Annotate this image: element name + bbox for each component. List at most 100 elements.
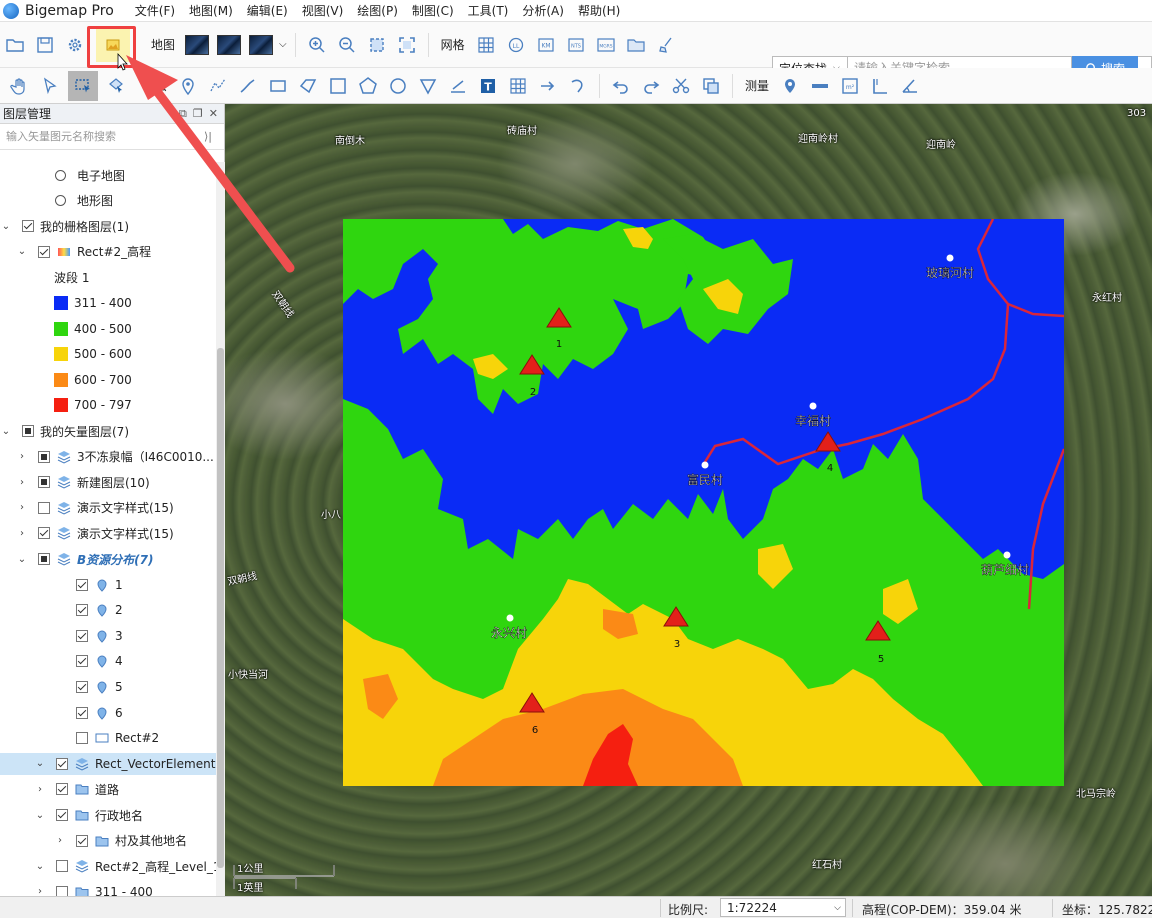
grid-icon[interactable] bbox=[474, 33, 498, 57]
pentagon-icon[interactable] bbox=[356, 74, 380, 98]
pin-icon[interactable]: ⧉ bbox=[179, 107, 187, 121]
square-icon[interactable] bbox=[326, 74, 350, 98]
tree-row-group-vector[interactable]: ⌄ 我的矢量图层(7) bbox=[0, 420, 216, 442]
tree-row-legend-600-700[interactable]: 600 - 700 bbox=[0, 369, 216, 391]
box-select-icon[interactable] bbox=[68, 70, 98, 101]
layer-checkbox[interactable] bbox=[76, 834, 88, 847]
map-thumb-1[interactable] bbox=[185, 34, 210, 55]
folder-export-icon[interactable] bbox=[624, 33, 648, 57]
undo-icon[interactable] bbox=[609, 74, 633, 98]
tree-row-layer-admin-names[interactable]: ⌄ 行政地名 bbox=[0, 804, 216, 826]
search-go-icon[interactable]: ⟩| bbox=[200, 130, 216, 143]
open-folder-icon[interactable] bbox=[3, 33, 27, 57]
menu-tools[interactable]: 工具(T) bbox=[461, 0, 516, 22]
pan-hand-icon[interactable] bbox=[8, 74, 32, 98]
arrow-right-icon[interactable] bbox=[536, 74, 560, 98]
chevron-down-icon[interactable]: ⌄ bbox=[16, 246, 28, 257]
select-pointer-icon[interactable] bbox=[38, 74, 62, 98]
redo-icon[interactable] bbox=[639, 74, 663, 98]
tree-row-layer-rect2-elevation[interactable]: ⌄ Rect#2_高程 bbox=[0, 241, 216, 263]
tree-row-legend-400-500[interactable]: 400 - 500 bbox=[0, 318, 216, 340]
rectangle-icon[interactable] bbox=[266, 74, 290, 98]
menu-analysis[interactable]: 分析(A) bbox=[515, 0, 571, 22]
menu-draw[interactable]: 绘图(P) bbox=[350, 0, 405, 22]
layer-checkbox[interactable] bbox=[76, 578, 88, 591]
marker-pin-icon[interactable] bbox=[176, 74, 200, 98]
chevron-right-icon[interactable]: › bbox=[16, 502, 28, 513]
layer-checkbox[interactable] bbox=[38, 450, 50, 463]
tree-row-group-raster[interactable]: ⌄ 我的栅格图层(1) bbox=[0, 215, 216, 237]
measure-height-icon[interactable] bbox=[868, 74, 892, 98]
grid-km-icon[interactable]: KM bbox=[534, 33, 558, 57]
polygon-icon[interactable] bbox=[296, 74, 320, 98]
menu-file[interactable]: 文件(F) bbox=[128, 0, 182, 22]
layer-checkbox[interactable] bbox=[22, 220, 34, 233]
chevron-down-icon[interactable]: ⌄ bbox=[0, 221, 12, 232]
layer-checkbox[interactable] bbox=[76, 681, 88, 693]
tree-row-feature-2[interactable]: 2 bbox=[0, 599, 216, 621]
layer-checkbox[interactable] bbox=[56, 809, 68, 821]
layer-search-input[interactable] bbox=[0, 125, 200, 148]
basemap-radio[interactable] bbox=[55, 169, 66, 181]
tree-row-layer-text-style-a[interactable]: › 演示文字样式(15) bbox=[0, 497, 216, 519]
chevron-right-icon[interactable]: › bbox=[54, 835, 66, 846]
close-icon[interactable]: ✕ bbox=[209, 107, 218, 121]
tree-row-layer-resource-distribution[interactable]: ⌄ B资源分布(7) bbox=[0, 548, 216, 570]
basemap-radio[interactable] bbox=[55, 195, 66, 207]
layer-checkbox[interactable] bbox=[22, 425, 34, 437]
panel-scrollbar[interactable] bbox=[216, 162, 225, 896]
layer-checkbox[interactable] bbox=[56, 757, 68, 770]
tree-row-legend-700-797[interactable]: 700 - 797 bbox=[0, 394, 216, 416]
clear-brush-icon[interactable] bbox=[654, 33, 678, 57]
zoom-in-icon[interactable] bbox=[305, 33, 329, 57]
zoom-extent-icon[interactable] bbox=[365, 33, 389, 57]
layer-checkbox[interactable] bbox=[38, 527, 50, 540]
map-thumb-3[interactable] bbox=[249, 34, 274, 55]
layer-checkbox[interactable] bbox=[76, 732, 88, 745]
scale-dropdown[interactable]: 1:72224 ⌵ bbox=[720, 898, 846, 917]
elevation-raster[interactable]: 玻璃河村 幸福村 富民村 葫芦细村 永兴村 1 2 3 4 5 6 bbox=[343, 219, 1064, 786]
save-icon[interactable] bbox=[33, 33, 57, 57]
tree-row-layer-budongquan[interactable]: › 3不冻泉幅（I46C0010... bbox=[0, 446, 216, 468]
tree-row-basemap-terrain[interactable]: 地形图 bbox=[0, 190, 216, 212]
grid-table-icon[interactable] bbox=[506, 74, 530, 98]
layers-copy-icon[interactable] bbox=[699, 74, 723, 98]
circle-icon[interactable] bbox=[386, 74, 410, 98]
tree-row-layer-text-style-b[interactable]: › 演示文字样式(15) bbox=[0, 522, 216, 544]
scrollbar-thumb[interactable] bbox=[217, 348, 224, 868]
freehand-line-icon[interactable] bbox=[236, 74, 260, 98]
settings-gear-icon[interactable] bbox=[63, 33, 87, 57]
chevron-down-icon[interactable]: ⌄ bbox=[34, 758, 46, 769]
layer-checkbox[interactable] bbox=[76, 706, 88, 719]
chevron-right-icon[interactable]: › bbox=[16, 451, 28, 462]
tree-row-layer-roads[interactable]: › 道路 bbox=[0, 778, 216, 800]
sector-icon[interactable] bbox=[416, 74, 440, 98]
pick-feature-icon[interactable] bbox=[104, 74, 128, 98]
layer-checkbox[interactable] bbox=[38, 553, 50, 565]
text-tool-icon[interactable]: T bbox=[476, 74, 500, 98]
cut-scissors-icon[interactable] bbox=[669, 74, 693, 98]
chevron-down-icon[interactable]: ⌄ bbox=[0, 426, 12, 437]
tree-row-legend-500-600[interactable]: 500 - 600 bbox=[0, 343, 216, 365]
grid-mgrs-icon[interactable]: MGRS bbox=[594, 33, 618, 57]
chevron-down-icon[interactable]: ⌄ bbox=[16, 554, 28, 565]
tree-row-layer-rect-vector-element[interactable]: ⌄ Rect_VectorElement(10) bbox=[0, 752, 216, 775]
layer-checkbox[interactable] bbox=[38, 501, 50, 514]
layer-checkbox[interactable] bbox=[76, 604, 88, 617]
grid-latlon-icon[interactable]: LL bbox=[504, 33, 528, 57]
layer-checkbox[interactable] bbox=[76, 655, 88, 668]
tree-row-layer-village-names[interactable]: › 村及其他地名 bbox=[0, 830, 216, 852]
layer-checkbox[interactable] bbox=[38, 245, 50, 258]
tree-row-feature-1[interactable]: 1 bbox=[0, 574, 216, 596]
layer-checkbox[interactable] bbox=[56, 860, 68, 873]
menu-help[interactable]: 帮助(H) bbox=[571, 0, 627, 22]
grid-nts-icon[interactable]: NTS bbox=[564, 33, 588, 57]
chevron-down-icon[interactable]: ⌵ bbox=[279, 39, 287, 50]
curve-arrow-icon[interactable] bbox=[566, 74, 590, 98]
chevron-right-icon[interactable]: › bbox=[34, 784, 46, 795]
tree-row-feature-4[interactable]: 4 bbox=[0, 650, 216, 672]
measure-distance-icon[interactable] bbox=[808, 74, 832, 98]
float-window-icon[interactable]: ❐ bbox=[193, 107, 203, 121]
chevron-right-icon[interactable]: › bbox=[16, 477, 28, 488]
menu-cartography[interactable]: 制图(C) bbox=[405, 0, 461, 22]
